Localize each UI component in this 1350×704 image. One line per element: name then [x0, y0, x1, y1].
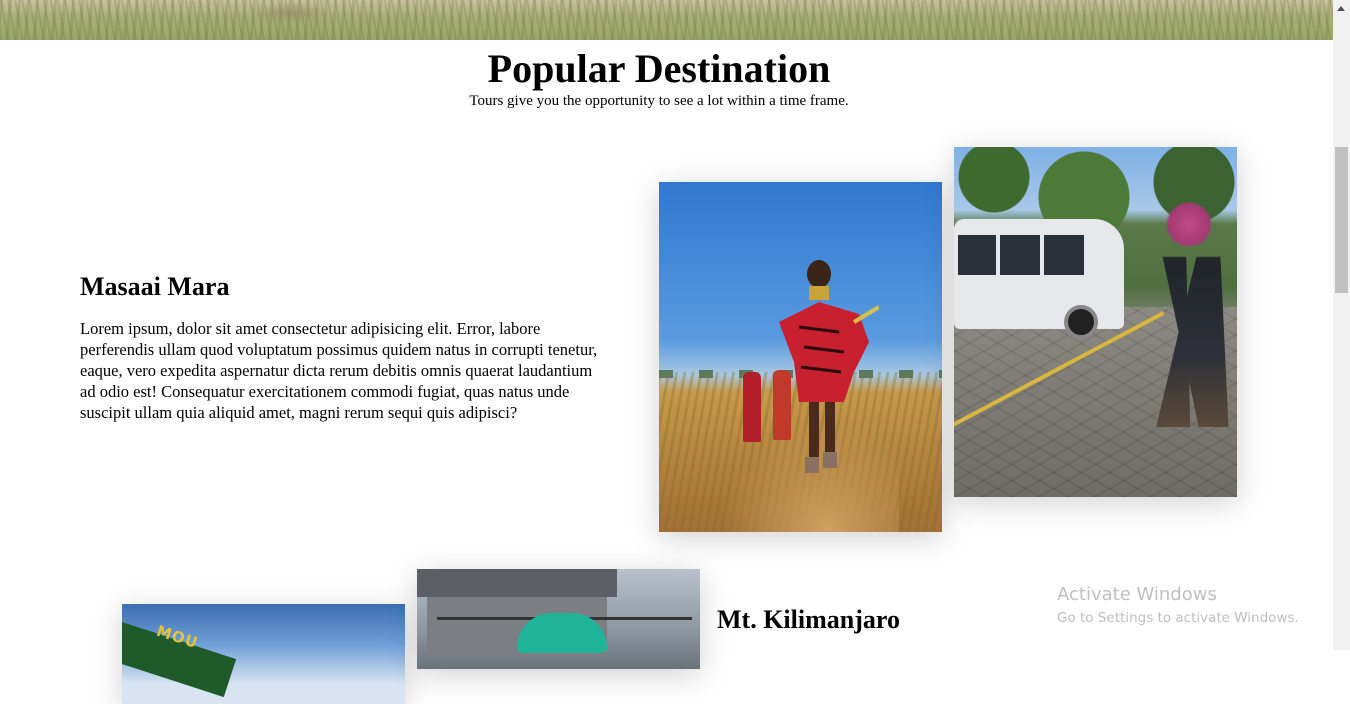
maasai-warrior-photo — [659, 182, 942, 532]
watermark-title: Activate Windows — [1057, 584, 1217, 605]
hut-roof — [417, 569, 617, 597]
destination-description: Lorem ipsum, dolor sit amet consectetur … — [80, 319, 598, 422]
van-window — [958, 235, 996, 275]
jumping-warrior-figure — [779, 260, 879, 473]
watermark-subtitle: Go to Settings to activate Windows. — [1057, 610, 1299, 626]
destination-title-masaai-mara: Masaai Mara — [80, 272, 230, 301]
vertical-scrollbar[interactable] — [1333, 0, 1350, 650]
kilimanjaro-sign-photo: MOU — [122, 604, 405, 704]
van-window — [1000, 235, 1040, 275]
van-wheel — [1064, 305, 1098, 339]
scroll-up-arrow-icon[interactable] — [1333, 0, 1350, 17]
destination-title-mt-kilimanjaro: Mt. Kilimanjaro — [717, 605, 900, 634]
activate-windows-watermark: Activate Windows Go to Settings to activ… — [1057, 584, 1299, 630]
section-title: Popular Destination — [487, 46, 831, 91]
tour-van-photo — [954, 147, 1237, 497]
kilimanjaro-hut-photo — [417, 569, 700, 669]
hero-image-strip — [0, 0, 1333, 40]
bougainvillea-bush — [1164, 202, 1214, 247]
scrollbar-thumb[interactable] — [1335, 147, 1348, 293]
section-subtitle: Tours give you the opportunity to see a … — [469, 93, 849, 109]
van-window — [1044, 235, 1084, 275]
